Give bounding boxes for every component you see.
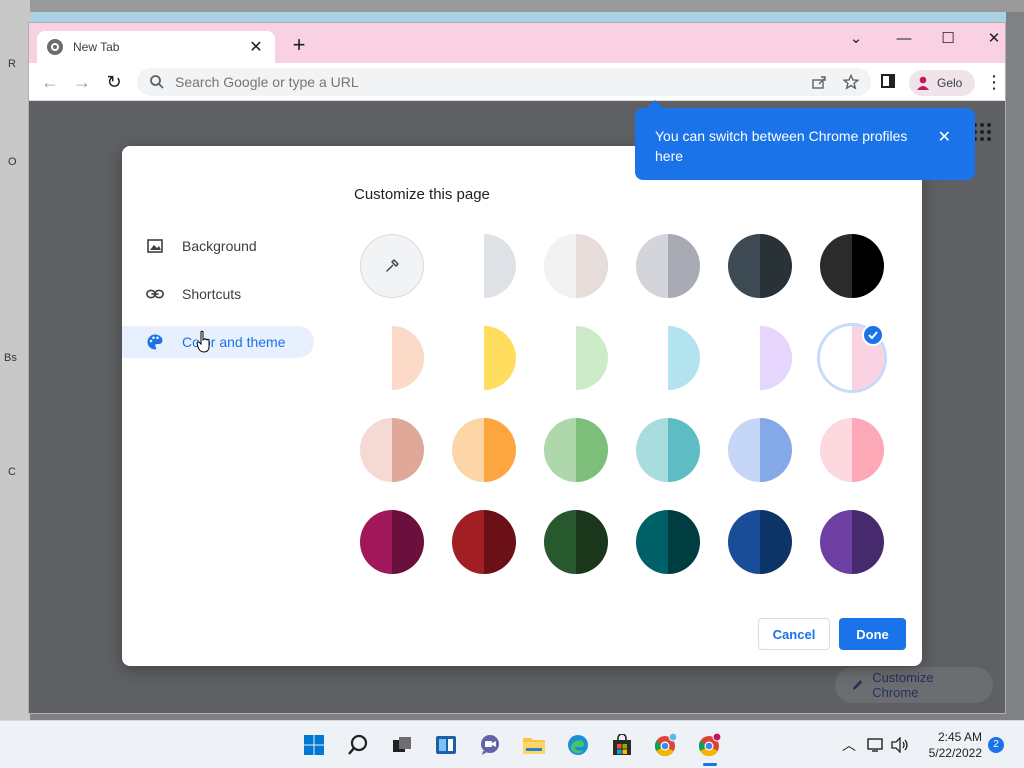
- search-icon: [150, 75, 164, 89]
- reload-button[interactable]: ↻: [101, 69, 127, 95]
- profile-name: Gelo: [937, 76, 963, 90]
- tab-search-icon[interactable]: ⌄: [841, 27, 871, 51]
- widgets-icon[interactable]: [432, 731, 460, 759]
- desktop-window-behind: [30, 12, 1006, 22]
- omnibox-input[interactable]: [175, 74, 811, 90]
- chrome-taskbar-icon[interactable]: [652, 731, 680, 759]
- maximize-button[interactable]: ☐: [933, 27, 963, 51]
- clock-time: 2:45 AM: [937, 730, 982, 744]
- desktop-background: [0, 0, 1024, 12]
- customize-dialog: Customize this page Background Shortcuts…: [122, 146, 922, 666]
- side-panel-icon[interactable]: [881, 74, 895, 88]
- color-swatch[interactable]: [452, 326, 516, 390]
- color-swatch[interactable]: [636, 326, 700, 390]
- selected-check-icon: [862, 324, 884, 346]
- color-swatch[interactable]: [820, 234, 884, 298]
- color-swatch[interactable]: [636, 418, 700, 482]
- color-swatch[interactable]: [820, 418, 884, 482]
- store-icon[interactable]: [608, 731, 636, 759]
- profile-avatar-icon: [917, 76, 929, 90]
- active-app-indicator: [703, 763, 717, 766]
- chat-icon[interactable]: [476, 731, 504, 759]
- profile-button[interactable]: Gelo: [909, 70, 975, 96]
- edge-icon[interactable]: [564, 731, 592, 759]
- share-icon[interactable]: [811, 74, 827, 90]
- customize-chrome-button[interactable]: Customize Chrome: [835, 667, 993, 703]
- apps-grid-icon[interactable]: [973, 123, 991, 141]
- pencil-icon: [852, 680, 863, 690]
- bubble-text: You can switch between Chrome profiles h…: [655, 128, 908, 164]
- profile-switch-bubble: You can switch between Chrome profiles h…: [635, 100, 975, 180]
- color-swatch[interactable]: [728, 326, 792, 390]
- toolbar: ← → ↻ Gelo ⋮: [29, 63, 1005, 101]
- desktop-label: O: [8, 156, 17, 168]
- color-swatch[interactable]: [452, 510, 516, 574]
- desktop-icons-strip: R O Bs C: [0, 0, 30, 720]
- color-swatch[interactable]: [360, 418, 424, 482]
- search-icon[interactable]: [344, 731, 372, 759]
- clock-date: 5/22/2022: [928, 746, 982, 760]
- back-button[interactable]: ←: [37, 69, 63, 95]
- color-swatch[interactable]: [452, 418, 516, 482]
- customize-chrome-label: Customize Chrome: [872, 670, 934, 700]
- tab-title: New Tab: [73, 40, 120, 54]
- sidebar-item-color-and-theme[interactable]: Color and theme: [122, 326, 314, 358]
- tab-new-tab[interactable]: New Tab ✕: [37, 31, 275, 63]
- color-swatch[interactable]: [728, 418, 792, 482]
- notification-badge[interactable]: 2: [988, 737, 1004, 753]
- color-swatch[interactable]: [360, 510, 424, 574]
- color-swatch[interactable]: [636, 234, 700, 298]
- tray-chevron-up-icon[interactable]: ︿: [842, 735, 856, 755]
- omnibox[interactable]: [137, 68, 871, 96]
- start-windows-icon[interactable]: [300, 731, 328, 759]
- bubble-close-icon[interactable]: ✕: [938, 128, 951, 148]
- color-swatch[interactable]: [544, 326, 608, 390]
- palette-icon: [146, 333, 164, 351]
- sidebar-item-shortcuts[interactable]: Shortcuts: [122, 278, 314, 310]
- menu-kebab-icon[interactable]: ⋮: [985, 71, 1003, 93]
- color-swatch[interactable]: [636, 510, 700, 574]
- new-tab-button[interactable]: +: [287, 33, 311, 57]
- hand-cursor-icon: [196, 330, 210, 353]
- eyedropper-icon: [386, 259, 399, 272]
- link-icon: [146, 285, 164, 303]
- color-swatch[interactable]: [820, 510, 884, 574]
- clock[interactable]: 2:45 AM 5/22/2022: [920, 729, 982, 761]
- color-swatch[interactable]: [544, 234, 608, 298]
- taskbar: ︿ 2:45 AM 5/22/2022 2: [0, 720, 1024, 768]
- network-icon[interactable]: [864, 733, 888, 757]
- close-window-button[interactable]: ✕: [979, 27, 1005, 51]
- forward-button[interactable]: →: [69, 69, 95, 95]
- bookmark-star-icon[interactable]: [843, 74, 859, 90]
- sidebar-item-label: Background: [182, 238, 257, 254]
- sidebar-item-label: Shortcuts: [182, 286, 242, 302]
- color-swatch[interactable]: [544, 510, 608, 574]
- cancel-button[interactable]: Cancel: [758, 618, 830, 650]
- desktop-label: C: [8, 466, 16, 478]
- task-view-icon[interactable]: [388, 731, 416, 759]
- desktop-label: R: [8, 58, 16, 70]
- desktop-label: Bs: [4, 352, 17, 364]
- custom-color-swatch[interactable]: [360, 234, 424, 298]
- color-swatch[interactable]: [360, 326, 424, 390]
- chrome-profile-taskbar-icon[interactable]: [696, 731, 724, 759]
- color-swatch[interactable]: [728, 234, 792, 298]
- color-swatch[interactable]: [452, 234, 516, 298]
- tab-close-icon[interactable]: ✕: [247, 37, 265, 57]
- done-button[interactable]: Done: [839, 618, 906, 650]
- minimize-button[interactable]: —: [889, 27, 919, 51]
- sidebar-item-background[interactable]: Background: [122, 230, 314, 262]
- file-explorer-icon[interactable]: [520, 731, 548, 759]
- color-swatch[interactable]: [544, 418, 608, 482]
- volume-icon[interactable]: [888, 733, 912, 757]
- chrome-favicon-icon: [47, 39, 63, 55]
- image-icon: [146, 237, 164, 255]
- color-swatch[interactable]: [728, 510, 792, 574]
- dialog-title: Customize this page: [354, 186, 490, 203]
